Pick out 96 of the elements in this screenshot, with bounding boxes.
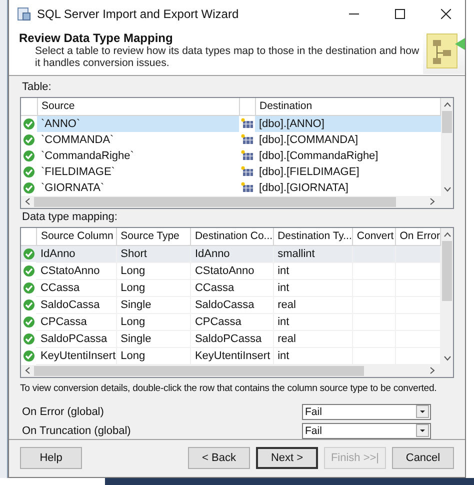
table-cell: Long (120, 316, 146, 328)
check-icon (23, 166, 35, 178)
table-cell-text: [dbo].[CommandaRighe] (258, 148, 380, 164)
table-cell: [dbo].[ANNO] (255, 115, 440, 132)
table-icon (240, 182, 254, 194)
table-cell: real (278, 298, 296, 311)
column-header[interactable]: Convert (352, 228, 396, 246)
wizard-button[interactable]: < Back (188, 447, 250, 470)
table-cell: KeyUtentiInsert (40, 350, 116, 362)
check-icon (23, 150, 35, 162)
maximize-icon[interactable] (395, 8, 405, 19)
table-cell: CPCassa (40, 316, 87, 328)
page-title: Review Data Type Mapping (19, 30, 174, 45)
scroll-thumb[interactable] (442, 110, 452, 133)
check-icon (23, 182, 35, 194)
table-cell: real (278, 332, 296, 345)
table-label: Table: (21, 80, 52, 95)
table-cell: SaldoCassa (194, 298, 254, 311)
table-cell: CPCassa (194, 316, 242, 328)
scroll-left-icon[interactable] (25, 198, 30, 206)
vertical-scrollbar[interactable] (441, 228, 453, 365)
column-header[interactable]: Destination (255, 98, 440, 116)
option-label: On Error (global) (21, 406, 105, 418)
column-header[interactable]: Source Type (116, 228, 190, 246)
scroll-left-icon[interactable] (25, 367, 30, 374)
scroll-up-icon[interactable] (444, 232, 450, 237)
wizard-button[interactable]: Next > (256, 447, 318, 470)
scroll-thumb[interactable] (34, 196, 396, 207)
check-icon (22, 282, 35, 294)
wizard-button[interactable]: Cancel (392, 447, 454, 470)
table-cell: Long (120, 264, 146, 277)
table-cell-text: [dbo].[FIELDIMAGE] (258, 164, 360, 180)
column-header[interactable]: Source Column (36, 228, 116, 246)
check-icon (22, 264, 35, 277)
window-title: SQL Server Import and Export Wizard (37, 6, 240, 21)
column-header[interactable]: Destination Co... (190, 228, 274, 246)
scroll-down-icon[interactable] (444, 186, 450, 192)
hint-text: To view conversion details, double-click the row that contains the column source type to be converted. (20, 382, 437, 394)
table-cell: Single (120, 298, 152, 311)
table-row[interactable]: `FIELDIMAGE` (37, 164, 239, 180)
table-icon (240, 134, 254, 146)
app-icon (17, 6, 31, 21)
table-cell: int (278, 282, 290, 294)
dropdown[interactable]: Fail (302, 404, 431, 420)
table-row[interactable]: `ANNO` (37, 115, 239, 132)
table-cell: Single (120, 332, 152, 345)
table-icon (240, 150, 254, 162)
dropdown[interactable]: Fail (302, 422, 431, 439)
wizard-button[interactable]: Help (20, 447, 82, 470)
table-cell-text: [dbo].[GIORNATA] (258, 180, 350, 196)
table-cell: CCassa (194, 282, 234, 294)
table-cell: int (278, 350, 290, 362)
column-header[interactable]: On Error (395, 228, 440, 246)
table-cell: Long (120, 350, 146, 362)
scroll-right-icon[interactable] (430, 198, 435, 206)
check-icon (23, 134, 35, 146)
scroll-thumb[interactable] (34, 366, 364, 376)
vertical-scrollbar[interactable] (441, 98, 453, 196)
table-cell: CStatoAnno (40, 264, 100, 277)
check-icon (22, 332, 35, 345)
mapping-label: Data type mapping: (21, 210, 118, 225)
scroll-up-icon[interactable] (444, 102, 450, 107)
table-row[interactable]: `COMMANDA` (37, 132, 239, 148)
page-description: Select a table to review how its data types map to those in the destination and how it handles conversion issues. (34, 44, 420, 69)
table-cell: Short (120, 248, 147, 260)
table-icon (240, 118, 254, 130)
scroll-right-icon[interactable] (430, 367, 435, 374)
table-cell: CCassa (40, 282, 80, 294)
table-cell: IdAnno (40, 248, 76, 260)
scroll-thumb[interactable] (442, 240, 452, 301)
horizontal-scrollbar[interactable] (21, 364, 453, 377)
table-cell: IdAnno (194, 248, 230, 260)
table-row[interactable]: `CommandaRighe` (37, 148, 239, 164)
table-cell: SaldoPCassa (194, 332, 262, 345)
table-cell: Long (120, 282, 146, 294)
horizontal-scrollbar[interactable] (21, 196, 453, 208)
check-icon (22, 316, 35, 328)
option-label: On Truncation (global) (21, 424, 132, 437)
table-cell: [dbo].[COMMANDA] (255, 132, 440, 148)
column-header[interactable]: Source (37, 98, 239, 116)
table-cell: int (278, 264, 290, 277)
close-icon[interactable] (441, 8, 451, 19)
table-cell: CStatoAnno (194, 264, 254, 277)
table-cell: smallint (278, 248, 315, 260)
check-icon (22, 248, 35, 260)
check-icon (23, 118, 35, 130)
table-icon (240, 166, 254, 178)
check-icon (22, 298, 35, 311)
table-cell: KeyUtentiInsert (194, 350, 270, 362)
check-icon (22, 350, 35, 362)
scroll-down-icon[interactable] (444, 356, 450, 361)
table-cell: int (278, 316, 290, 328)
table-row[interactable]: `GIORNATA` (37, 180, 239, 196)
table-cell: SaldoPCassa (40, 332, 108, 345)
table-cell: SaldoCassa (40, 298, 100, 311)
column-header[interactable]: Destination Ty... (273, 228, 352, 246)
